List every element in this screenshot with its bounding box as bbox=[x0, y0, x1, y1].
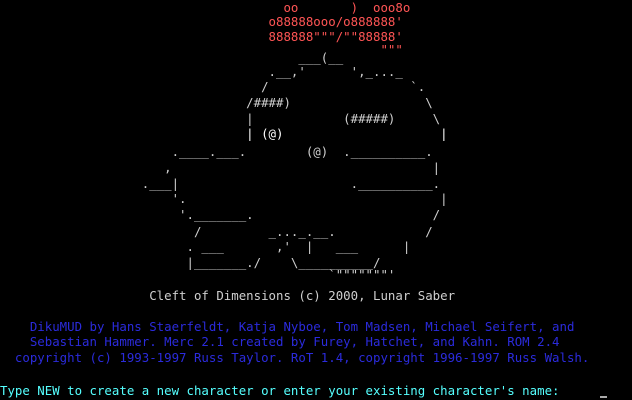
art-body-line-1: ___(__ bbox=[0, 50, 344, 65]
text-cursor[interactable] bbox=[600, 396, 607, 398]
art-body-line-8: , | bbox=[0, 160, 441, 175]
credits-line-3: copyright (c) 1993-1997 Russ Taylor. RoT… bbox=[0, 350, 590, 365]
art-body-line-9: .___| .__________. bbox=[0, 176, 441, 191]
credits-line-2: Sebastian Hammer. Merc 2.1 created by Fu… bbox=[0, 334, 560, 349]
art-top-line-1: oo ) ooo8o bbox=[0, 0, 411, 15]
art-body-line-3: / `. bbox=[0, 79, 426, 94]
art-top-line-2: o88888ooo/o888888' bbox=[0, 14, 403, 29]
art-body-line-15: `"""""""' bbox=[0, 267, 396, 282]
art-body-line-7: .____.___. (@) .__________. bbox=[0, 144, 433, 159]
art-body-line-4: /####) \ bbox=[0, 95, 433, 110]
credits-line-1: DikuMUD by Hans Staerfeldt, Katja Nyboe,… bbox=[0, 319, 575, 334]
art-body-line-2: .__,' ',_..._ bbox=[0, 64, 403, 79]
art-body-line-10: '. | bbox=[0, 191, 448, 206]
art-body-line-5: | (#####) \ bbox=[0, 111, 441, 126]
art-body-line-13: . ___ ,' | ___ | bbox=[0, 239, 411, 254]
art-body-line-12: / _..._.__. / bbox=[0, 224, 433, 239]
art-body-line-11: '._______. / bbox=[0, 207, 441, 222]
mud-terminal-screen[interactable]: oo ) ooo8o o88888ooo/o888888' 888888"""/… bbox=[0, 0, 632, 400]
login-prompt: Type NEW to create a new character or en… bbox=[0, 383, 560, 398]
art-body-line-6: | (@) | bbox=[0, 126, 448, 141]
mud-title: Cleft of Dimensions (c) 2000, Lunar Sabe… bbox=[0, 288, 456, 303]
